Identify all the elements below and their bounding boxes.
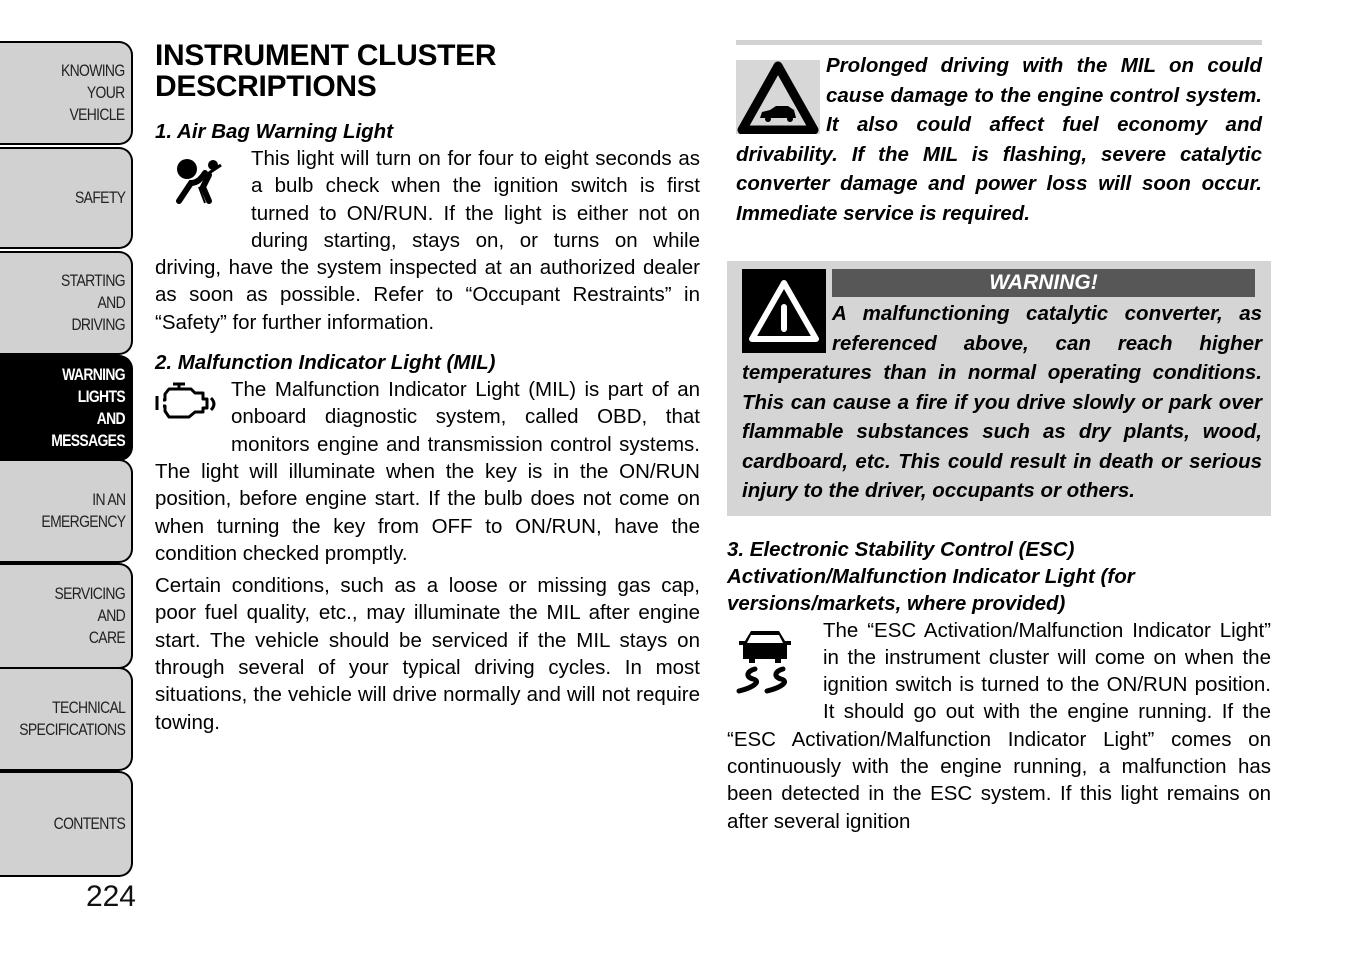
section-esc: The “ESC Activation/Malfunction Indicato… [727,617,1271,835]
tab-label: KNOWING YOUR VEHICLE [61,61,125,124]
tab-starting-and-driving[interactable]: STARTING AND DRIVING [0,251,133,355]
tab-label: WARNING LIGHTS AND MESSAGES [51,365,125,450]
tab-label: CONTENTS [53,814,126,833]
tab-label: SAFETY [74,188,126,207]
right-column: Prolonged driving with the MIL on could … [727,40,1271,835]
warning-triangle-icon [742,269,826,353]
tab-contents[interactable]: CONTENTS [0,771,133,877]
tab-servicing-and-care[interactable]: SERVICING AND CARE [0,563,133,669]
tab-label: SERVICING AND CARE [54,584,125,647]
warning-label: WARNING! [832,269,1255,297]
caution-box: Prolonged driving with the MIL on could … [736,40,1262,228]
section-heading-mil: 2. Malfunction Indicator Light (MIL) [155,351,496,375]
section-airbag: This light will turn on for four to eigh… [155,145,700,336]
tab-label: IN AN EMERGENCY [41,490,126,531]
check-engine-icon [155,376,231,456]
tab-knowing-your-vehicle[interactable]: KNOWING YOUR VEHICLE [0,41,133,145]
tab-warning-lights-and-messages[interactable]: WARNING LIGHTS AND MESSAGES [0,355,133,461]
page-number: 224 [85,880,136,913]
airbag-warning-icon [155,145,251,253]
vehicle-caution-triangle-icon [736,60,820,135]
tab-safety[interactable]: SAFETY [0,147,133,249]
tab-label: TECHNICAL SPECIFICATIONS [19,698,126,739]
tab-in-an-emergency[interactable]: IN AN EMERGENCY [0,459,133,563]
section-heading-airbag: 1. Air Bag Warning Light [155,120,394,143]
page-title: INSTRUMENT CLUSTER DESCRIPTIONS [155,39,497,103]
warning-box: WARNING! A malfunctioning catalytic conv… [727,261,1271,516]
section-mil: The Malfunction Indicator Light (MIL) is… [155,376,700,736]
tab-label: STARTING AND DRIVING [61,271,126,334]
tab-technical-specifications[interactable]: TECHNICAL SPECIFICATIONS [0,667,133,771]
esc-skid-icon [727,617,823,725]
left-column: INSTRUMENT CLUSTER DESCRIPTIONS 1. Air B… [155,40,700,736]
mil-description-2: Certain conditions, such as a loose or m… [155,574,700,734]
section-heading-esc: 3. Electronic Stability Control (ESC) Ac… [727,537,1135,615]
mil-description-1: The Malfunction Indicator Light (MIL) is… [155,378,700,565]
